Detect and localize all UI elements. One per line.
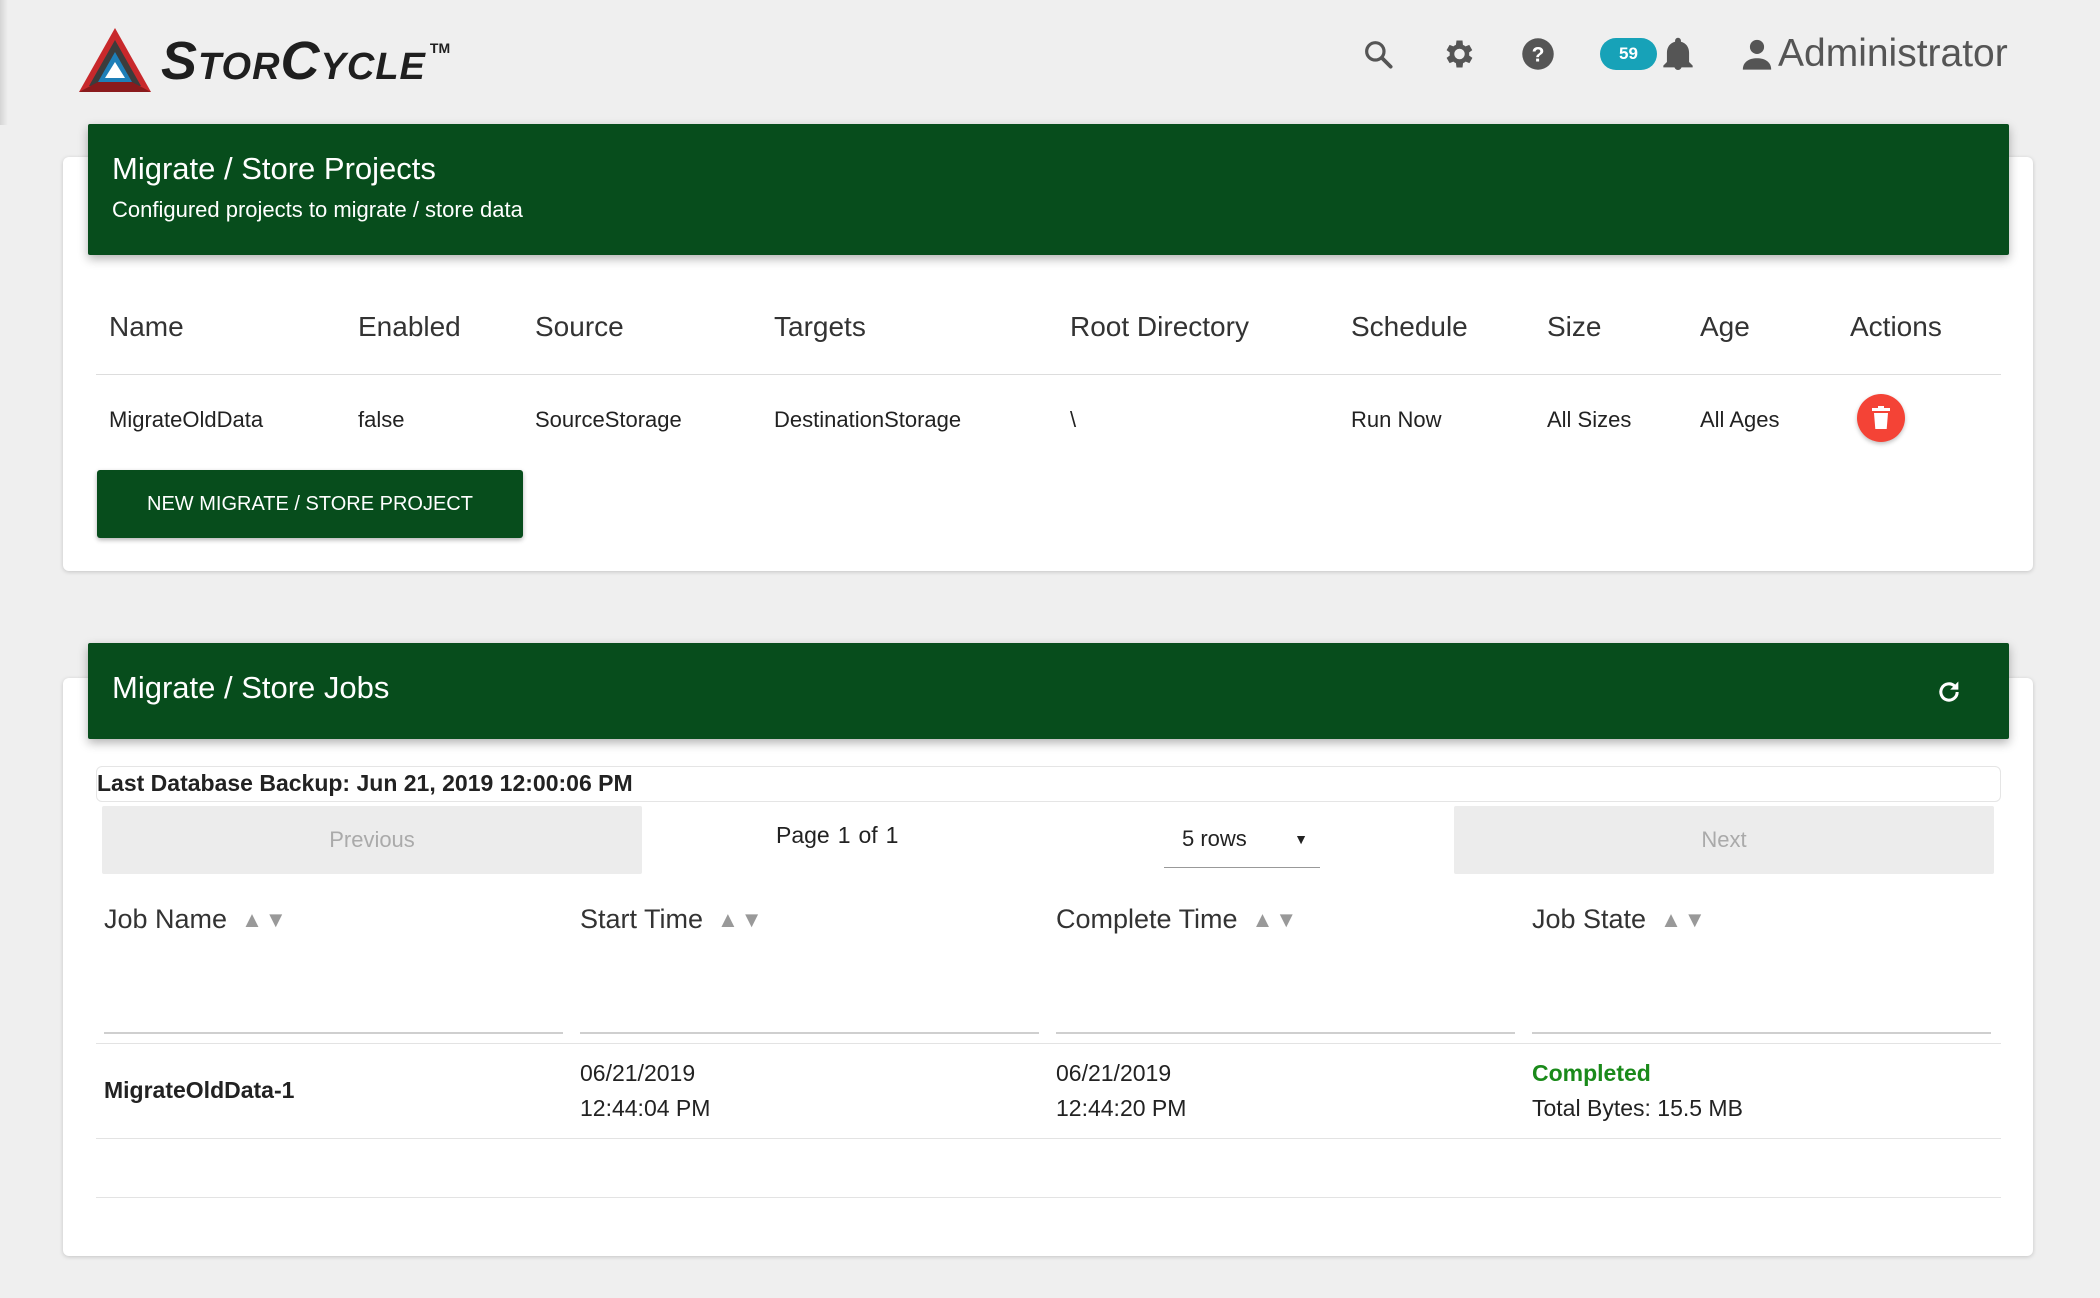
project-age: All Ages xyxy=(1700,407,1780,432)
notification-count-badge[interactable]: 59 xyxy=(1600,38,1657,70)
start-time-filter-input[interactable] xyxy=(580,1032,1039,1034)
column-header-name: Name xyxy=(109,311,184,342)
project-schedule: Run Now xyxy=(1351,407,1442,432)
logo-mark-icon xyxy=(79,28,151,92)
rows-per-page-value: 5 rows xyxy=(1182,825,1247,851)
projects-table-header: Name Enabled Source Targets Root Directo… xyxy=(96,285,2001,375)
projects-subtitle: Configured projects to migrate / store d… xyxy=(112,197,523,222)
column-header-root-directory: Root Directory xyxy=(1070,311,1249,342)
job-complete-clock: 12:44:20 PM xyxy=(1056,1095,1187,1121)
job-complete-date: 06/21/2019 xyxy=(1056,1060,1172,1086)
projects-table: Name Enabled Source Targets Root Directo… xyxy=(96,285,2001,467)
project-size: All Sizes xyxy=(1547,407,1632,432)
table-row[interactable]: MigrateOldData false SourceStorage Desti… xyxy=(96,375,2001,467)
logo-text: StorCycle xyxy=(161,31,426,91)
page-label: Page xyxy=(776,822,830,848)
bell-icon[interactable] xyxy=(1660,36,1696,72)
delete-project-button[interactable] xyxy=(1857,394,1905,442)
column-header-label: Start Time xyxy=(580,904,704,934)
page-info: Page 1 of 1 xyxy=(776,822,900,849)
top-bar: StorCycle TM ? 59 Administrator xyxy=(0,0,2100,115)
column-header-size: Size xyxy=(1547,311,1602,342)
divider xyxy=(96,1043,2001,1044)
job-total-bytes: Total Bytes: 15.5 MB xyxy=(1532,1095,1743,1121)
column-header-complete-time[interactable]: Complete Time ▲▼ xyxy=(1056,904,1299,935)
project-enabled: false xyxy=(358,407,405,432)
column-header-label: Job Name xyxy=(104,904,228,934)
next-page-button[interactable]: Next xyxy=(1454,806,1994,874)
jobs-card-header: Migrate / Store Jobs xyxy=(88,643,2009,739)
svg-text:?: ? xyxy=(1532,44,1545,67)
of-label: of xyxy=(858,822,878,848)
user-menu[interactable]: Administrator xyxy=(1740,26,2008,82)
project-name[interactable]: MigrateOldData xyxy=(109,407,263,433)
job-state: Completed Total Bytes: 15.5 MB xyxy=(1532,1056,1743,1126)
column-header-job-name[interactable]: Job Name ▲▼ xyxy=(104,904,289,935)
sort-arrows-icon[interactable]: ▲▼ xyxy=(717,907,765,933)
column-header-label: Complete Time xyxy=(1056,904,1238,934)
column-header-enabled: Enabled xyxy=(358,311,461,342)
user-icon xyxy=(1742,39,1772,70)
job-name-filter-input[interactable] xyxy=(104,1032,563,1034)
storcycle-logo[interactable]: StorCycle TM xyxy=(78,26,450,96)
user-name: Administrator xyxy=(1778,32,2008,75)
last-database-backup: Last Database Backup: Jun 21, 2019 12:00… xyxy=(96,766,2001,802)
job-name[interactable]: MigrateOldData-1 xyxy=(104,1073,294,1108)
total-pages: 1 xyxy=(885,822,899,848)
column-header-job-state[interactable]: Job State ▲▼ xyxy=(1532,904,1708,935)
project-source: SourceStorage xyxy=(535,407,682,432)
column-header-schedule: Schedule xyxy=(1351,311,1468,342)
projects-card-header: Migrate / Store Projects Configured proj… xyxy=(88,124,2009,255)
complete-time-filter-input[interactable] xyxy=(1056,1032,1515,1034)
column-header-actions: Actions xyxy=(1850,311,1942,342)
job-start-date: 06/21/2019 xyxy=(580,1060,696,1086)
status-badge: Completed xyxy=(1532,1060,1651,1086)
previous-page-button[interactable]: Previous xyxy=(102,806,642,874)
search-icon[interactable] xyxy=(1360,36,1396,72)
column-header-source: Source xyxy=(535,311,624,342)
divider xyxy=(96,1197,2001,1198)
sort-arrows-icon[interactable]: ▲▼ xyxy=(1252,907,1300,933)
job-complete-time: 06/21/2019 12:44:20 PM xyxy=(1056,1056,1186,1126)
project-targets: DestinationStorage xyxy=(774,407,962,432)
column-header-targets: Targets xyxy=(774,311,866,342)
gear-icon[interactable] xyxy=(1440,36,1476,72)
jobs-card xyxy=(63,678,2033,1256)
column-header-age: Age xyxy=(1700,311,1750,342)
new-migrate-store-project-button[interactable]: NEW MIGRATE / STORE PROJECT xyxy=(97,470,523,538)
sort-arrows-icon[interactable]: ▲▼ xyxy=(241,907,289,933)
trash-icon xyxy=(1872,406,1890,429)
column-header-label: Job State xyxy=(1532,904,1647,934)
help-icon[interactable]: ? xyxy=(1520,36,1556,72)
refresh-icon[interactable] xyxy=(1935,678,1963,706)
sort-arrows-icon[interactable]: ▲▼ xyxy=(1660,907,1708,933)
logo-trademark: TM xyxy=(429,40,451,56)
projects-title: Migrate / Store Projects xyxy=(112,151,436,186)
current-page: 1 xyxy=(837,822,851,848)
project-root-directory: \ xyxy=(1070,407,1077,432)
job-state-filter-input[interactable] xyxy=(1532,1032,1991,1034)
column-header-start-time[interactable]: Start Time ▲▼ xyxy=(580,904,765,935)
chevron-down-icon: ▼ xyxy=(1294,830,1308,847)
job-start-time: 06/21/2019 12:44:04 PM xyxy=(580,1056,710,1126)
job-start-clock: 12:44:04 PM xyxy=(580,1095,711,1121)
divider xyxy=(96,1138,2001,1139)
rows-per-page-select[interactable]: 5 rows ▼ xyxy=(1164,810,1320,868)
jobs-title: Migrate / Store Jobs xyxy=(112,670,390,705)
